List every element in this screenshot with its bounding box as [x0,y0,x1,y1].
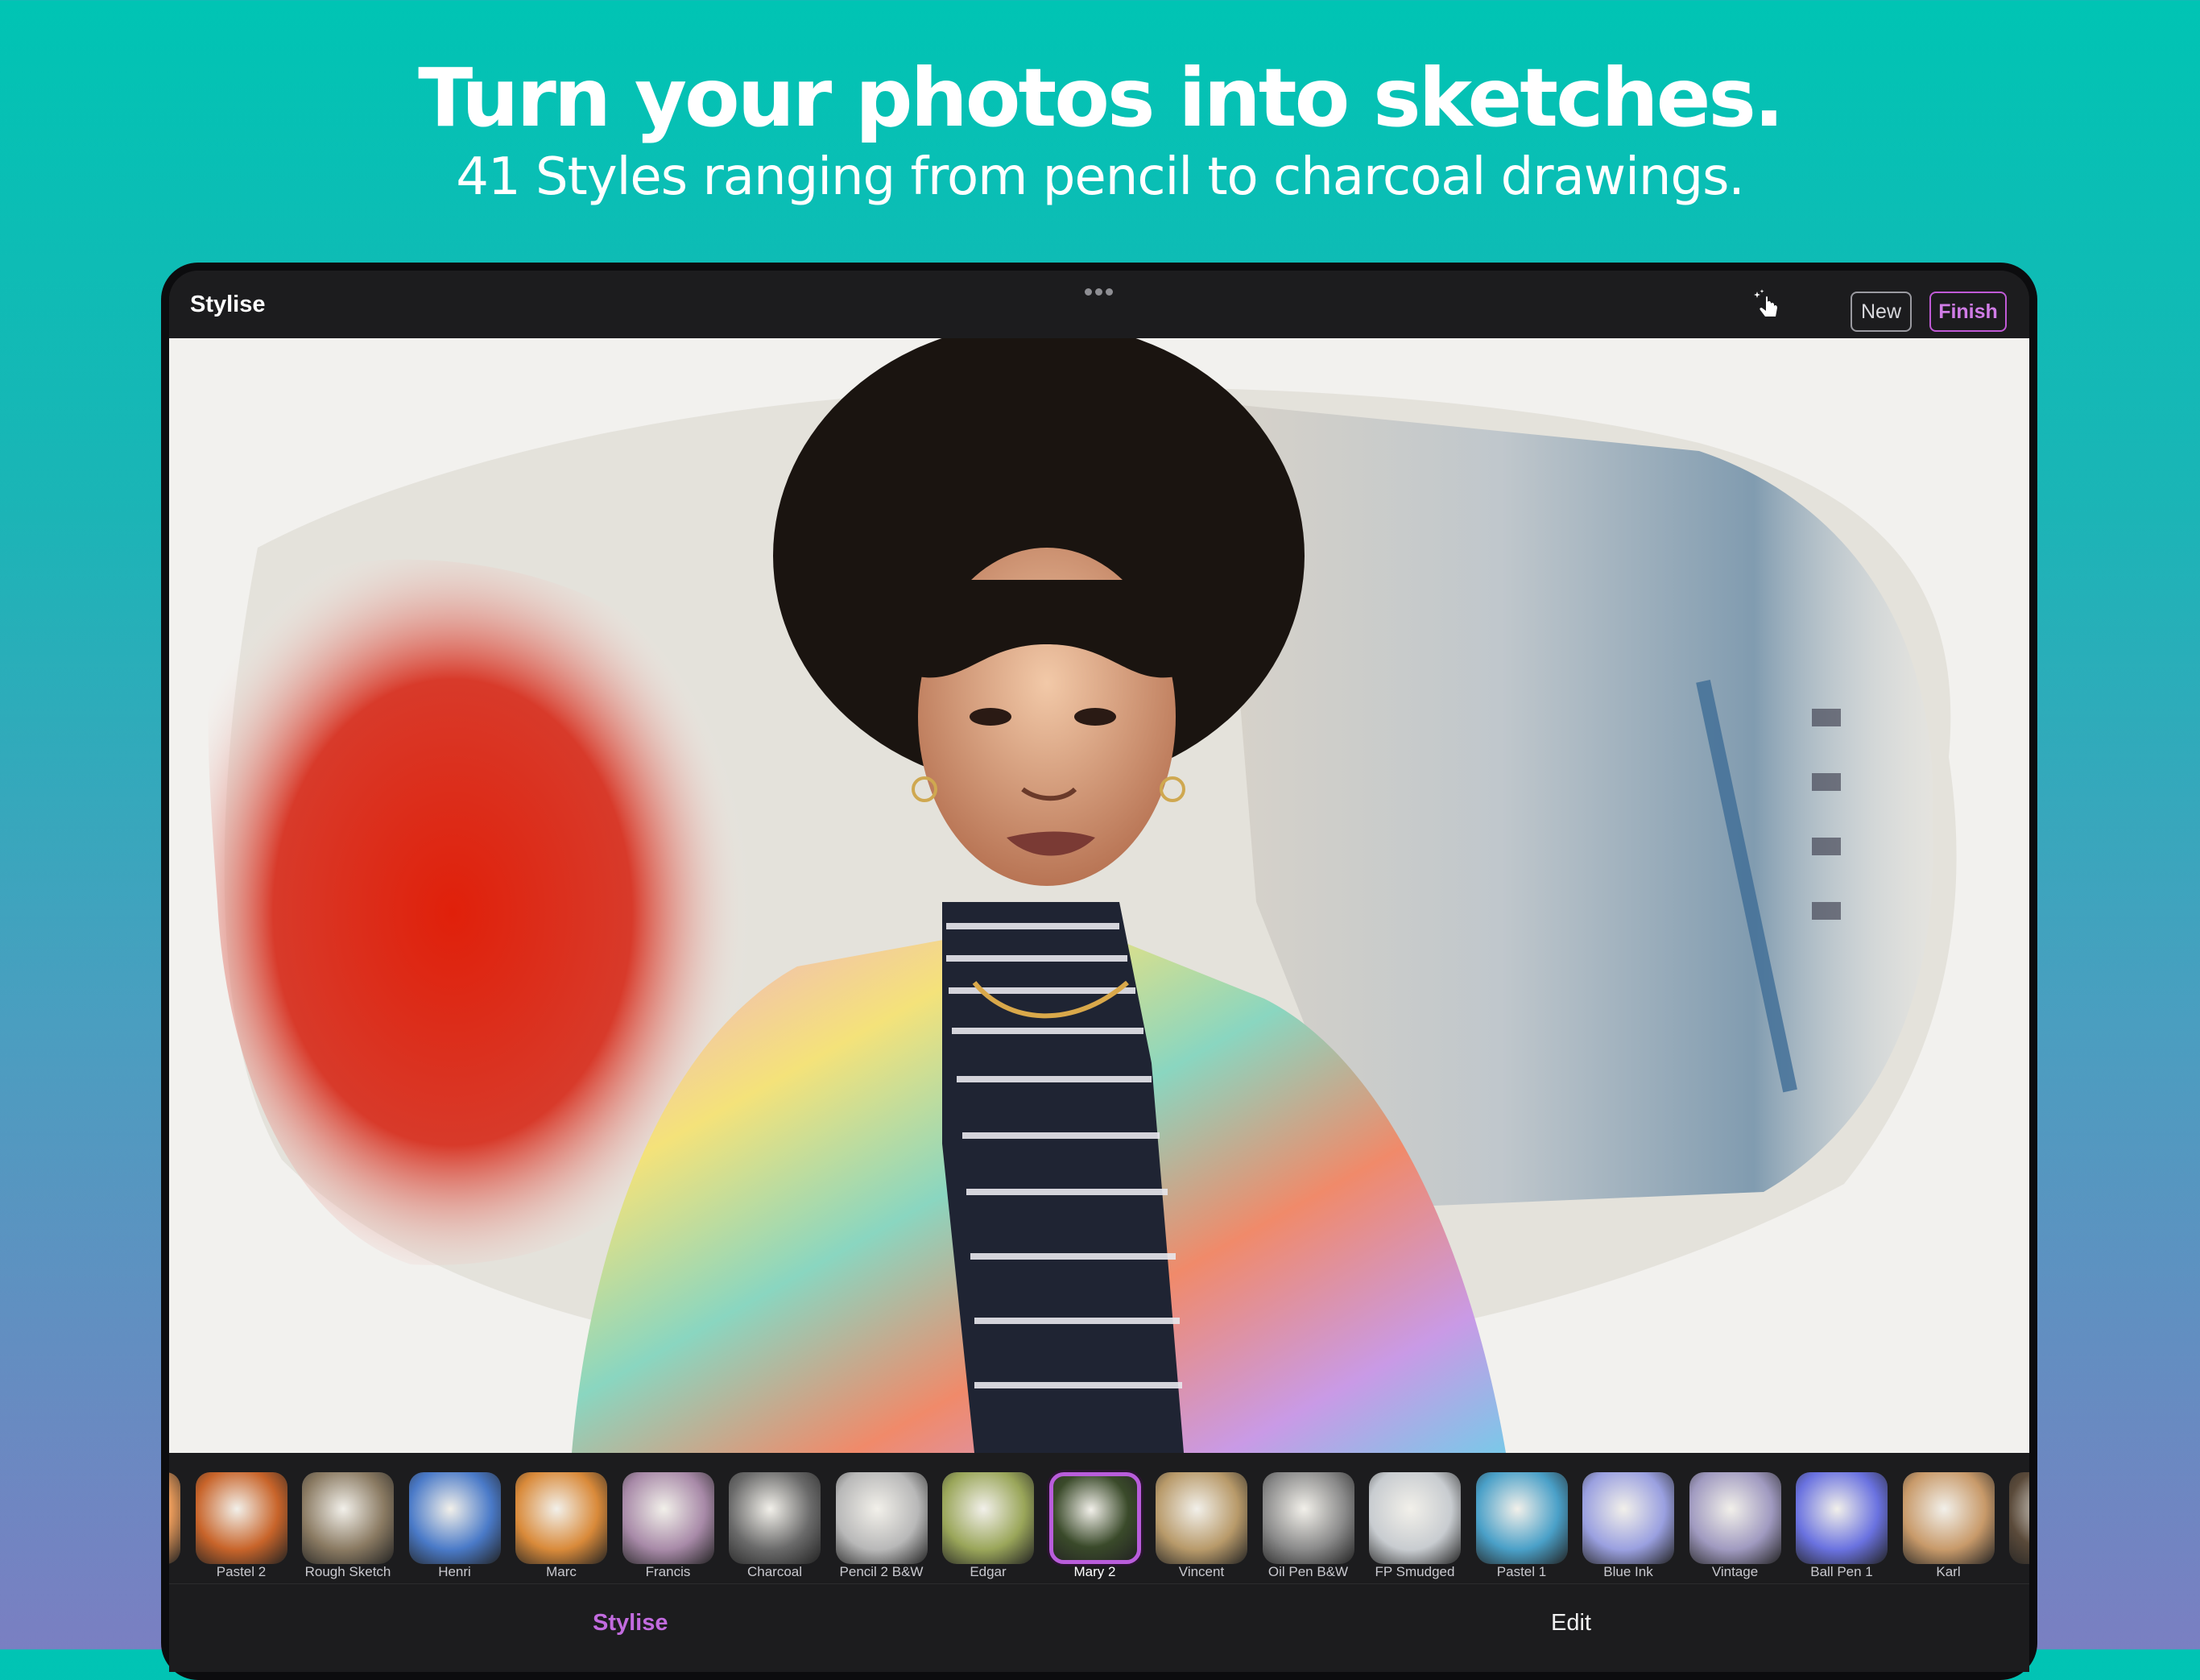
style-thumbnail-label: Pastel 2 [216,1564,267,1579]
style-thumbnail-label: Pastel 1 [1496,1564,1547,1579]
style-thumbnail-label: Henri [438,1564,471,1579]
style-thumbnail-label: Vincent [1178,1564,1225,1579]
style-thumbnail-label: Edgar [970,1564,1007,1579]
style-thumbnail-label: Mary 2 [1073,1564,1116,1579]
style-thumbnail[interactable] [408,1472,501,1564]
style-thumbnail-label: Vintage [1711,1564,1759,1579]
style-thumbnail[interactable] [1156,1472,1247,1564]
style-thumbnail[interactable] [729,1472,821,1564]
tap-sparkle-icon[interactable] [1750,287,1785,322]
style-thumbnail[interactable] [942,1472,1034,1564]
tab-edit[interactable]: Edit [1551,1610,1591,1637]
style-thumbnail-label: Ball Pen 1 [1810,1564,1873,1579]
style-thumbnail-label: Blue Ink [1603,1564,1653,1579]
style-thumbnail[interactable] [195,1472,287,1564]
page-title: Stylise [190,292,266,317]
bottom-tab-bar: Stylise Edit [169,1583,2029,1672]
style-thumbnail-label: Oil Pen B&W [1267,1564,1349,1579]
style-thumbnail[interactable] [1369,1472,1461,1564]
style-thumbnail[interactable] [1262,1472,1354,1564]
style-thumbnail[interactable] [1796,1472,1888,1564]
style-thumbnail[interactable] [1902,1472,1995,1564]
style-thumbnail-label: Marc [546,1564,577,1579]
style-thumbnail-strip[interactable]: Pastel 2 Rough Sketch Henri Marc Francis Char… [169,1453,2029,1583]
tab-stylise[interactable]: Stylise [593,1610,668,1637]
style-thumbnail[interactable] [1689,1472,1781,1564]
new-button[interactable]: New [1851,292,1912,332]
style-thumbnail-label: Charcoal [746,1564,803,1579]
style-thumbnail[interactable] [835,1472,928,1564]
banner-headline: Turn your photos into sketches. [418,51,1784,145]
style-thumbnail[interactable] [1582,1472,1674,1564]
app-screen: Stylise New Finish Pastel 2 Rough Sketch… [169,271,2029,1672]
ipad-frame: Stylise New Finish Pastel 2 Rough Sketch… [161,263,2037,1680]
multitasking-handle-icon[interactable] [1085,285,1117,296]
top-toolbar: Stylise New Finish [169,271,2029,338]
style-thumbnail[interactable] [2009,1472,2029,1564]
style-thumbnail-label: Rough Sketch [304,1564,391,1579]
style-thumbnail[interactable] [622,1472,714,1564]
style-thumbnail-label: Pencil 2 B&W [839,1564,924,1579]
style-thumbnail[interactable] [1475,1472,1568,1564]
photo-canvas[interactable] [169,338,2029,1453]
finish-button[interactable]: Finish [1929,292,2007,332]
style-thumbnail[interactable] [1048,1472,1141,1564]
style-thumbnail[interactable] [515,1472,607,1564]
stylised-portrait-image [208,338,1957,1453]
style-thumbnail-label: Karl [1936,1564,1961,1579]
style-thumbnail-label: Francis [645,1564,691,1579]
style-thumbnail[interactable] [302,1472,394,1564]
style-thumbnail[interactable] [169,1472,180,1564]
style-thumbnail-label: FP Smudged [1375,1564,1455,1579]
banner-subheadline: 41 Styles ranging from pencil to charcoa… [456,147,1745,207]
